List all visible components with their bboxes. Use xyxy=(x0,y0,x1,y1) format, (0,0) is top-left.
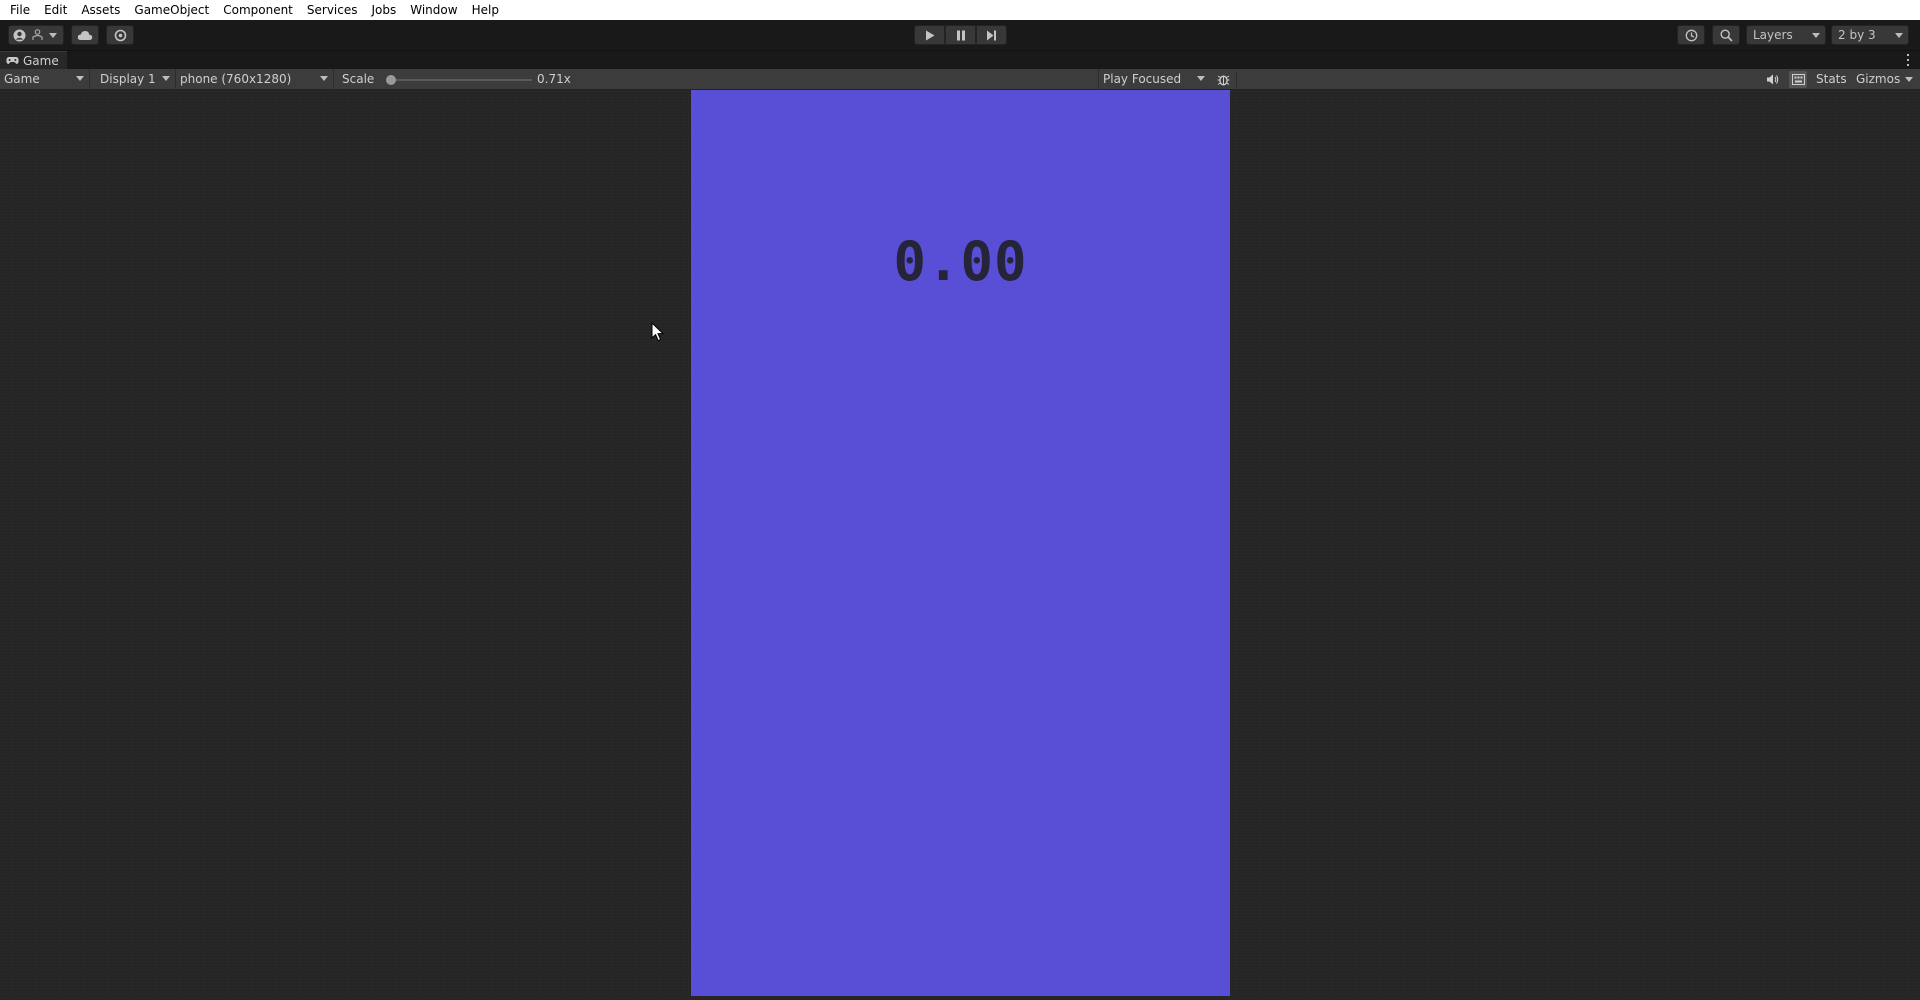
unity-editor-window: File Edit Assets GameObject Component Se… xyxy=(0,0,1920,1000)
cloud-icon xyxy=(77,30,93,40)
layout-dropdown[interactable]: 2 by 3 xyxy=(1831,25,1909,45)
chevron-down-icon xyxy=(1812,33,1820,38)
step-icon xyxy=(987,30,996,40)
play-mode-label: Play Focused xyxy=(1103,72,1182,86)
chevron-down-icon xyxy=(1197,76,1205,81)
menu-window[interactable]: Window xyxy=(403,0,464,20)
view-mode-dropdown[interactable]: Game xyxy=(0,69,90,90)
display-dropdown[interactable]: Display 1 xyxy=(96,69,176,90)
chevron-down-icon xyxy=(49,32,57,38)
chevron-down-icon xyxy=(320,76,328,81)
scale-slider[interactable] xyxy=(386,75,532,85)
toolbar-spacer xyxy=(1236,72,1756,87)
layout-label: 2 by 3 xyxy=(1838,28,1876,42)
history-icon xyxy=(1685,29,1697,41)
step-button[interactable] xyxy=(976,25,1007,45)
resolution-dropdown[interactable]: phone (760x1280) xyxy=(176,69,334,90)
cloud-button[interactable] xyxy=(71,25,99,45)
frame-debugger-button[interactable] xyxy=(1214,71,1232,88)
chevron-down-icon xyxy=(162,76,170,81)
scale-label: Scale xyxy=(342,72,375,86)
gamepad-icon xyxy=(6,57,19,64)
shortcuts-toggle[interactable] xyxy=(1789,71,1807,88)
menu-help[interactable]: Help xyxy=(465,0,506,20)
play-icon xyxy=(925,30,934,40)
layers-label: Layers xyxy=(1753,28,1793,42)
view-mode-label: Game xyxy=(4,72,40,86)
tab-title: Game xyxy=(23,53,59,68)
pause-icon xyxy=(956,30,965,40)
account-icon xyxy=(13,29,26,41)
chevron-down-icon[interactable] xyxy=(1905,77,1913,82)
chevron-down-icon xyxy=(76,76,84,81)
chevron-down-icon xyxy=(1895,33,1903,38)
play-mode-dropdown[interactable]: Play Focused xyxy=(1098,69,1210,90)
menu-assets[interactable]: Assets xyxy=(74,0,127,20)
game-screen[interactable]: 0.00 xyxy=(691,90,1230,996)
display-label: Display 1 xyxy=(100,72,156,86)
gear-icon xyxy=(114,29,126,41)
search-button[interactable] xyxy=(1712,25,1740,45)
menu-bar: File Edit Assets GameObject Component Se… xyxy=(0,0,1920,20)
menu-jobs[interactable]: Jobs xyxy=(365,0,404,20)
account-dropdown[interactable] xyxy=(8,25,64,45)
game-view-controls: Game Display 1 phone (760x1280) Scale 0.… xyxy=(0,69,1920,90)
scale-slider-handle[interactable] xyxy=(386,75,396,85)
menu-file[interactable]: File xyxy=(3,0,37,20)
tab-game[interactable]: Game xyxy=(0,51,67,69)
more-options-icon[interactable] xyxy=(1906,53,1910,67)
mute-audio-button[interactable] xyxy=(1763,71,1781,88)
gizmos-button[interactable]: Gizmos xyxy=(1856,69,1900,90)
game-viewport[interactable]: 0.00 xyxy=(0,90,1920,1000)
services-settings-button[interactable] xyxy=(106,25,134,45)
collab-icon xyxy=(32,29,43,40)
speaker-icon xyxy=(1766,74,1778,85)
bug-icon xyxy=(1217,75,1229,86)
play-button[interactable] xyxy=(914,25,945,45)
pause-button[interactable] xyxy=(945,25,976,45)
resolution-label: phone (760x1280) xyxy=(180,72,292,86)
keyboard-icon xyxy=(1791,74,1805,85)
score-text: 0.00 xyxy=(893,230,1028,293)
game-tab-strip: Game xyxy=(0,51,1920,69)
search-icon xyxy=(1719,28,1733,42)
scale-value: 0.71x xyxy=(537,72,571,86)
main-toolbar: Layers 2 by 3 xyxy=(0,20,1920,51)
stats-button[interactable]: Stats xyxy=(1816,69,1847,90)
layers-dropdown[interactable]: Layers xyxy=(1746,25,1826,45)
undo-history-button[interactable] xyxy=(1677,25,1705,45)
menu-component[interactable]: Component xyxy=(216,0,300,20)
menu-gameobject[interactable]: GameObject xyxy=(127,0,216,20)
menu-edit[interactable]: Edit xyxy=(37,0,74,20)
menu-services[interactable]: Services xyxy=(300,0,365,20)
mouse-cursor-icon xyxy=(651,322,665,342)
